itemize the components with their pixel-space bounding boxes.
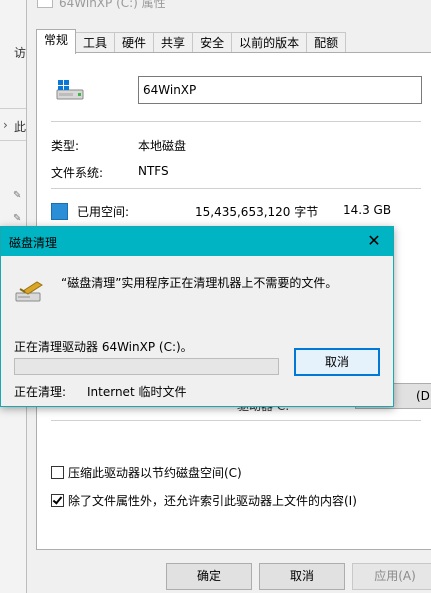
index-checkbox[interactable]: 除了文件属性外，还允许索引此驱动器上文件的内容(I) <box>51 492 357 509</box>
dialog-cancel-button[interactable]: 取消 <box>294 348 380 376</box>
cleanup-progress-bar <box>14 358 279 375</box>
compress-checkbox-label: 压缩此驱动器以节约磁盘空间(C) <box>68 466 242 480</box>
ok-button[interactable]: 确定 <box>166 563 252 590</box>
type-value: 本地磁盘 <box>138 139 187 153</box>
divider <box>51 121 421 122</box>
disk-cleanup-dialog: 磁盘清理 ✕ “磁盘清理”实用程序正在清理机器上不需要的文件。 正在清理驱动器 … <box>0 226 394 407</box>
pin-icon[interactable]: ✎ <box>13 190 21 201</box>
close-icon[interactable]: ✕ <box>363 230 385 252</box>
divider <box>51 188 421 189</box>
dialog-message: “磁盘清理”实用程序正在清理机器上不需要的文件。 <box>61 276 338 290</box>
tab-strip: 常规 工具 硬件 共享 安全 以前的版本 配额 <box>36 29 347 54</box>
tab-quota[interactable]: 配额 <box>306 32 347 53</box>
used-space-swatch <box>51 203 68 220</box>
drive-name-input[interactable]: 64WinXP <box>138 76 422 104</box>
apply-button[interactable]: 应用(A) <box>352 563 431 590</box>
used-space-size: 14.3 GB <box>343 203 392 217</box>
drive-small-icon <box>37 0 53 8</box>
filesystem-label: 文件系统: <box>51 166 104 180</box>
cleaning-drive-text: 正在清理驱动器 64WinXP (C:)。 <box>14 340 193 354</box>
explorer-divider <box>0 108 26 109</box>
used-space-bytes: 15,435,653,120 字节 <box>195 205 319 219</box>
explorer-text-access: 访 <box>14 46 27 60</box>
tab-previous-versions[interactable]: 以前的版本 <box>231 32 308 53</box>
tab-general[interactable]: 常规 <box>36 29 77 54</box>
explorer-divider <box>0 140 26 141</box>
hard-drive-icon <box>56 80 84 100</box>
divider <box>51 420 421 421</box>
cleaning-status-value: Internet 临时文件 <box>87 385 187 399</box>
index-checkbox-label: 除了文件属性外，还允许索引此驱动器上文件的内容(I) <box>68 494 357 508</box>
dialog-titlebar[interactable]: 磁盘清理 ✕ <box>1 227 393 256</box>
properties-title-text: 64WinXP (C:) 属性 <box>59 0 166 10</box>
compress-checkbox-box[interactable] <box>51 466 64 479</box>
cancel-button[interactable]: 取消 <box>259 563 345 590</box>
filesystem-value: NTFS <box>138 164 169 178</box>
explorer-text-this: 此 <box>14 120 27 134</box>
pin-icon[interactable]: ✎ <box>13 213 21 224</box>
explorer-chevron-icon[interactable]: › <box>3 118 8 132</box>
tab-hardware[interactable]: 硬件 <box>114 32 155 53</box>
cleaning-status-label: 正在清理: <box>14 385 67 399</box>
type-label: 类型: <box>51 139 80 153</box>
dialog-title: 磁盘清理 <box>9 236 58 250</box>
tab-tools[interactable]: 工具 <box>75 32 116 53</box>
disk-cleanup-icon <box>15 281 43 302</box>
tab-security[interactable]: 安全 <box>192 32 233 53</box>
compress-checkbox[interactable]: 压缩此驱动器以节约磁盘空间(C) <box>51 464 242 481</box>
index-checkbox-box[interactable] <box>51 494 64 507</box>
properties-title: 64WinXP (C:) 属性 <box>37 0 166 11</box>
used-space-label: 已用空间: <box>77 205 130 219</box>
tab-sharing[interactable]: 共享 <box>153 32 194 53</box>
